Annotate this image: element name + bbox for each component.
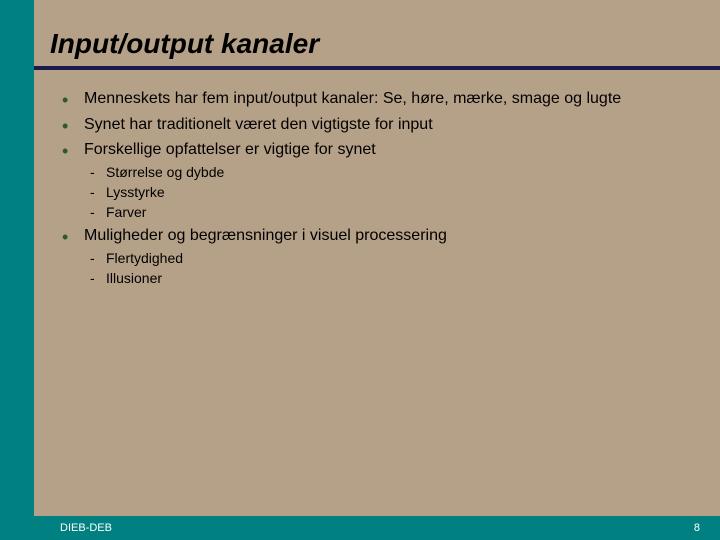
slide-content: Input/output kanaler Menneskets har fem … [34, 0, 720, 540]
footer-bar: DIEB-DEB 8 [0, 516, 720, 540]
bullet-item: Menneskets har fem input/output kanaler:… [62, 88, 700, 110]
footer-left: DIEB-DEB [60, 522, 112, 534]
bullet-text: Muligheder og begrænsninger i visuel pro… [84, 227, 447, 244]
bullet-text: Forskellige opfattelser er vigtige for s… [84, 141, 376, 158]
bullet-item: Synet har traditionelt været den vigtigs… [62, 114, 700, 136]
bullet-text: Menneskets har fem input/output kanaler:… [84, 90, 621, 107]
page-number: 8 [694, 522, 700, 534]
sub-bullet-item: Lysstyrke [84, 183, 700, 202]
slide-body: Menneskets har fem input/output kanaler:… [34, 70, 720, 288]
sub-bullet-item: Illusioner [84, 269, 700, 288]
bullet-item: Muligheder og begrænsninger i visuel pro… [62, 225, 700, 287]
accent-sidebar [0, 0, 34, 540]
slide-title: Input/output kanaler [34, 28, 720, 70]
sub-bullet-item: Størrelse og dybde [84, 163, 700, 182]
bullet-text: Synet har traditionelt været den vigtigs… [84, 116, 433, 133]
sub-bullet-item: Flertydighed [84, 249, 700, 268]
bullet-item: Forskellige opfattelser er vigtige for s… [62, 139, 700, 221]
sub-bullet-item: Farver [84, 203, 700, 222]
